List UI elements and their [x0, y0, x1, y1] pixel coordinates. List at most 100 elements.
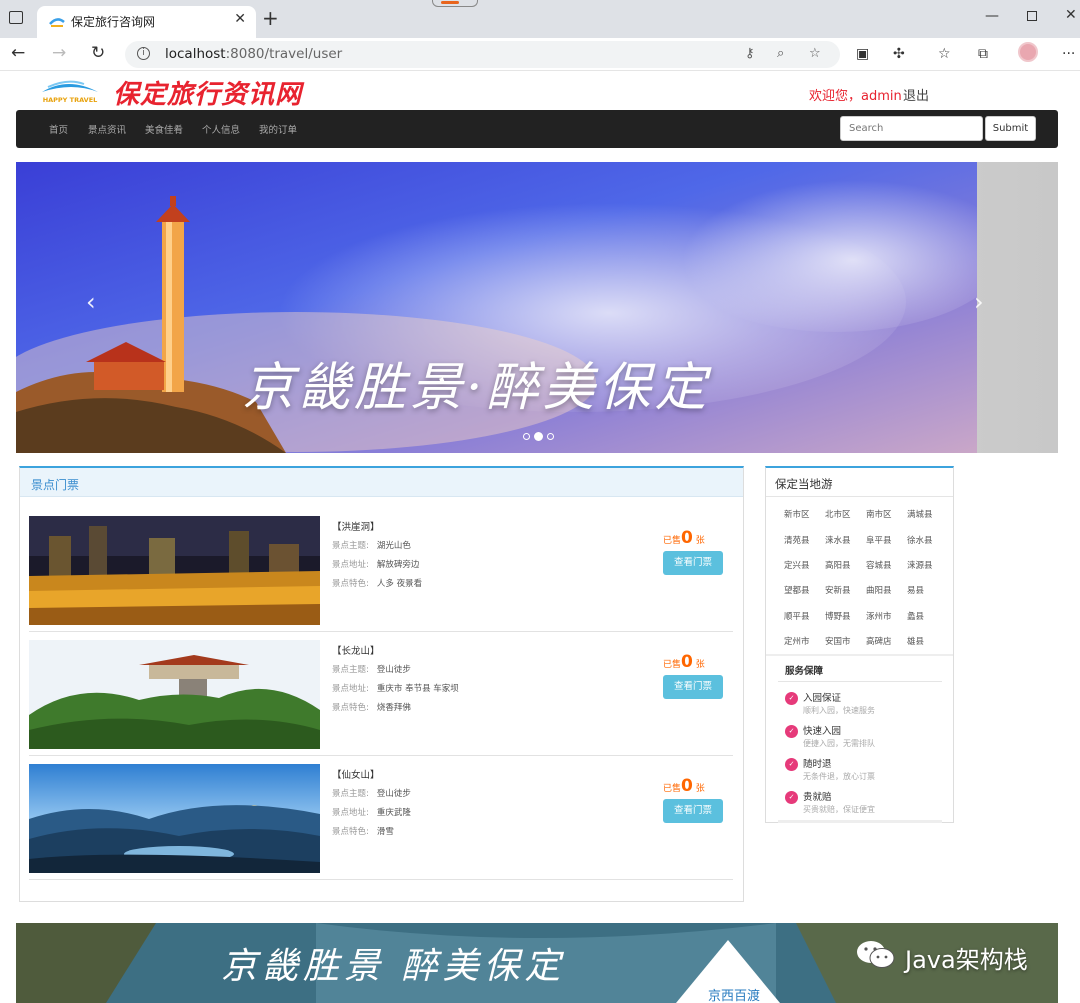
search-input[interactable]: [840, 116, 983, 141]
sold-prefix: 已售: [663, 536, 682, 546]
district-link[interactable]: 易县: [907, 584, 924, 596]
district-link[interactable]: 蠡县: [907, 610, 924, 622]
district-link[interactable]: 顺平县: [784, 610, 810, 622]
refund-icon: ✓: [785, 758, 798, 771]
maximize-icon[interactable]: [1027, 11, 1037, 21]
welcome-user-link[interactable]: 欢迎您，admin: [809, 85, 902, 104]
nav-attractions[interactable]: 景点资讯: [88, 122, 126, 136]
district-link[interactable]: 定州市: [784, 635, 810, 647]
profile-avatar[interactable]: [1018, 42, 1038, 62]
view-ticket-button[interactable]: 查看门票: [663, 551, 723, 575]
carousel-dot[interactable]: [547, 433, 554, 440]
district-link[interactable]: 曲阳县: [866, 584, 892, 596]
site-info-icon[interactable]: i: [137, 47, 150, 60]
ticket-feature-row: 景点特色: 滑雪: [332, 825, 394, 837]
theme-label: 景点主题:: [332, 541, 369, 551]
nav-food[interactable]: 美食佳肴: [145, 122, 183, 136]
submit-button[interactable]: Submit: [985, 116, 1036, 141]
district-link[interactable]: 容城县: [866, 559, 892, 571]
district-link[interactable]: 涞源县: [907, 559, 933, 571]
bottom-banner: 京畿胜景 醉美保定 京西百渡: [16, 923, 1058, 1003]
back-icon[interactable]: ←: [11, 43, 25, 63]
ticket-image-changlongshan[interactable]: [29, 640, 320, 749]
url-text[interactable]: localhost:8080/travel/user: [165, 46, 342, 62]
new-tab-icon[interactable]: +: [262, 6, 279, 30]
tab-actions-icon[interactable]: [9, 11, 23, 24]
happy-travel-logo: HAPPY TRAVEL: [42, 80, 98, 104]
ticket-sold-count: 已售0 张: [663, 776, 705, 796]
divider: [778, 820, 942, 823]
carousel-dot[interactable]: [523, 433, 530, 440]
browser-tab[interactable]: 保定旅行咨询网 ✕: [37, 6, 256, 38]
district-link[interactable]: 安国市: [825, 635, 851, 647]
view-ticket-button[interactable]: 查看门票: [663, 799, 723, 823]
reload-icon[interactable]: ↻: [91, 43, 105, 63]
watermark-text: Java架构栈: [905, 946, 1028, 974]
carousel-dot-active[interactable]: [534, 432, 543, 441]
favorites-icon[interactable]: ☆: [938, 46, 951, 62]
ticket-address-row: 景点地址: 重庆武隆: [332, 806, 411, 818]
district-link[interactable]: 阜平县: [866, 534, 892, 546]
ticket-image-xiannvshan[interactable]: [29, 764, 320, 873]
minimize-icon[interactable]: —: [985, 8, 999, 24]
collections-icon[interactable]: ⧉: [978, 46, 988, 62]
service-desc: 便捷入园，无需排队: [803, 739, 875, 748]
district-link[interactable]: 涿州市: [866, 610, 892, 622]
ticket-feature: 人多 夜景看: [376, 579, 423, 589]
url-host: localhost: [165, 46, 226, 62]
address-toolbar: ← → ↻ i localhost:8080/travel/user ⚷ ⌕ ☆…: [0, 38, 1080, 71]
ticket-theme-row: 景点主题: 登山徒步: [332, 663, 411, 675]
forward-icon[interactable]: →: [52, 43, 66, 63]
ticket-address: 解放碑旁边: [376, 560, 420, 570]
close-window-icon[interactable]: ✕: [1065, 7, 1077, 23]
logout-link[interactable]: 退出: [903, 85, 929, 104]
address-bar[interactable]: i localhost:8080/travel/user ⚷ ⌕ ☆: [125, 41, 840, 68]
divider: [766, 654, 953, 656]
ticket-theme-row: 景点主题: 登山徒步: [332, 787, 411, 799]
close-tab-icon[interactable]: ✕: [234, 11, 246, 27]
zoom-icon[interactable]: ⌕: [777, 46, 784, 61]
banner-subtitle: 京西百渡: [708, 989, 761, 1003]
ticket-theme: 登山徒步: [376, 789, 411, 799]
ticket-name: 【长龙山】: [332, 646, 380, 657]
district-link[interactable]: 涞水县: [825, 534, 851, 546]
district-link[interactable]: 高碑店: [866, 635, 892, 647]
ticket-theme: 登山徒步: [376, 665, 411, 675]
carousel-prev-icon[interactable]: ‹: [86, 288, 96, 316]
menu-icon[interactable]: ···: [1062, 46, 1075, 62]
district-link[interactable]: 定兴县: [784, 559, 810, 571]
district-link[interactable]: 北市区: [825, 508, 851, 520]
carousel-next-icon[interactable]: ›: [974, 288, 984, 316]
ticket-theme-row: 景点主题: 湖光山色: [332, 539, 411, 551]
district-link[interactable]: 南市区: [866, 508, 892, 520]
district-link[interactable]: 徐水县: [907, 534, 933, 546]
view-ticket-button[interactable]: 查看门票: [663, 675, 723, 699]
key-icon[interactable]: ⚷: [745, 46, 755, 61]
service-title-item: 入园保证: [803, 693, 842, 704]
nav-profile[interactable]: 个人信息: [202, 122, 240, 136]
service-desc: 顺利入园，快速服务: [803, 706, 875, 715]
district-link[interactable]: 博野县: [825, 610, 851, 622]
address-label: 景点地址:: [332, 684, 369, 694]
district-link[interactable]: 安新县: [825, 584, 851, 596]
service-desc: 无条件退，放心订票: [803, 772, 875, 781]
site-favicon-icon: [49, 18, 65, 27]
district-link[interactable]: 清苑县: [784, 534, 810, 546]
logo-text: HAPPY TRAVEL: [43, 96, 98, 104]
carousel-indicators: [521, 426, 556, 445]
favorite-add-icon[interactable]: ☆: [809, 46, 821, 61]
nav-home[interactable]: 首页: [49, 122, 68, 136]
sold-suffix: 张: [695, 784, 705, 794]
extension-icon[interactable]: ▣: [856, 46, 869, 62]
local-tour-panel: 保定当地游 新市区 北市区 南市区 满城县 清苑县 涞水县 阜平县 徐水县 定兴…: [765, 466, 954, 823]
nav-orders[interactable]: 我的订单: [259, 122, 297, 136]
ticket-address: 重庆武隆: [376, 808, 411, 818]
puzzle-icon[interactable]: ✣: [893, 46, 905, 62]
feature-label: 景点特色:: [332, 827, 369, 837]
district-link[interactable]: 望都县: [784, 584, 810, 596]
district-link[interactable]: 雄县: [907, 635, 924, 647]
ticket-image-hongyadong[interactable]: [29, 516, 320, 625]
district-link[interactable]: 高阳县: [825, 559, 851, 571]
district-link[interactable]: 满城县: [907, 508, 933, 520]
district-link[interactable]: 新市区: [784, 508, 810, 520]
